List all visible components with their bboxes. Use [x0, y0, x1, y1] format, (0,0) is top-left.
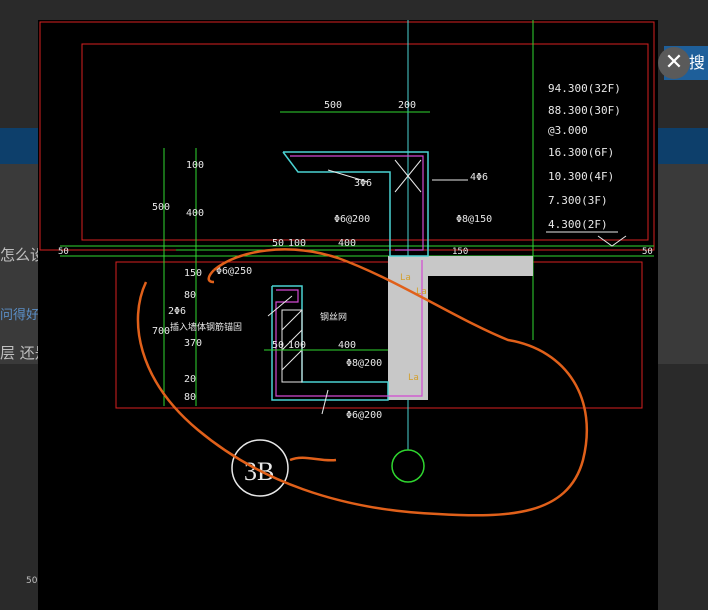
dim-100-mid-a: 100: [288, 238, 306, 249]
la-label-1: La: [400, 273, 411, 283]
dim-150-left: 150: [184, 268, 202, 279]
dim-80-left-b: 80: [184, 392, 196, 403]
elevation-3: @3.000: [548, 124, 588, 137]
rebar-d8-200: Φ8@200: [346, 358, 382, 369]
dim-80-left-a: 80: [184, 290, 196, 301]
image-viewer: 94.300(32F) 88.300(30F) @3.000 16.300(6F…: [38, 20, 690, 610]
axis-bubble: [391, 449, 425, 483]
rebar-d6-200-a: Φ6@200: [334, 214, 370, 225]
background-corner-label: 50: [26, 576, 38, 586]
dim-400-mid-a: 400: [338, 238, 356, 249]
rebar-3d6: 3Φ6: [354, 178, 372, 189]
elevation-2: 88.300(30F): [548, 104, 621, 117]
dim-50-edge-left: 50: [58, 247, 69, 257]
dim-370-left: 370: [184, 338, 202, 349]
elevation-1: 94.300(32F): [548, 82, 621, 95]
dim-100-left: 100: [186, 160, 204, 171]
background-link-text[interactable]: 问得好: [0, 304, 39, 323]
dim-50-mid-b: 50: [272, 340, 284, 351]
elevation-5: 10.300(4F): [548, 170, 614, 183]
la-label-3: La: [408, 373, 419, 383]
dim-700-left: 700: [152, 326, 170, 337]
rebar-2d6: 2Φ6: [168, 306, 186, 317]
dim-400-left: 400: [186, 208, 204, 219]
dim-50-edge-right: 50: [642, 247, 653, 257]
dim-100-mid-b: 100: [288, 340, 306, 351]
dim-20-left: 20: [184, 374, 196, 385]
close-icon: ✕: [664, 50, 684, 75]
rebar-4d6: 4Φ6: [470, 172, 488, 183]
dim-500-top: 500: [324, 100, 342, 111]
rebar-mesh: 钢丝网: [320, 311, 347, 323]
rebar-d6-250: Φ6@250: [216, 266, 252, 277]
dim-50-mid-a: 50: [272, 238, 284, 249]
elevation-6: 7.300(3F): [548, 194, 608, 207]
rebar-d8-150: Φ8@150: [456, 214, 492, 225]
red-frame-bottom: [115, 261, 643, 409]
dim-500-left: 500: [152, 202, 170, 213]
rebar-note: 插入墙体钢筋锚固: [170, 321, 242, 333]
dim-200-top: 200: [398, 100, 416, 111]
leader-3: [321, 389, 329, 415]
dim-400-mid-b: 400: [338, 340, 356, 351]
cad-drawing: 94.300(32F) 88.300(30F) @3.000 16.300(6F…: [39, 20, 655, 517]
dim-150-edge: 150: [452, 247, 468, 257]
search-button-label: 搜: [688, 53, 705, 72]
orange-annotation-arrow: [289, 456, 337, 462]
close-viewer-button[interactable]: ✕: [658, 47, 690, 79]
rebar-d6-200-b: Φ6@200: [346, 410, 382, 421]
elevation-marker: [597, 235, 627, 247]
elevation-7: 4.300(2F): [548, 218, 608, 231]
elevation-4: 16.300(6F): [548, 146, 614, 159]
